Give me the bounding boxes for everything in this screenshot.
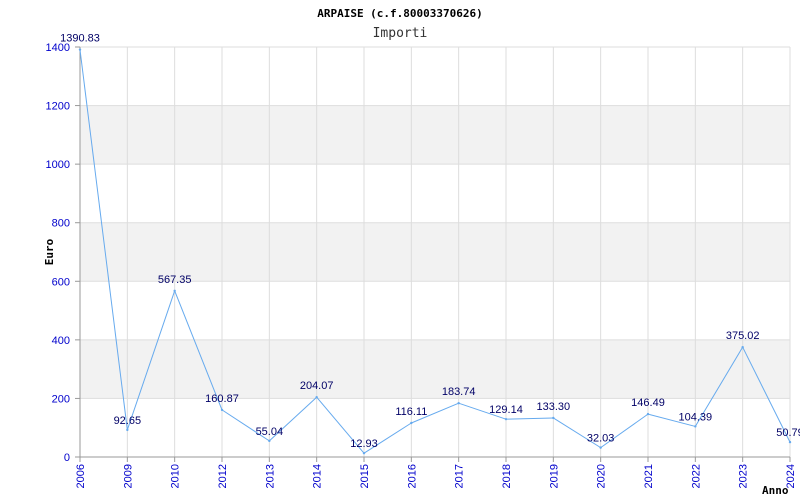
data-point <box>457 401 460 405</box>
x-tick-label: 2020 <box>596 464 608 488</box>
data-label: 50.79 <box>776 427 800 439</box>
data-point <box>788 440 792 444</box>
x-tick-label: 2013 <box>264 464 276 488</box>
data-label: 32.03 <box>587 433 615 445</box>
series-segment <box>505 417 554 420</box>
y-tick-label: 800 <box>52 218 70 230</box>
x-tick-label: 2014 <box>312 464 324 488</box>
data-label: 129.14 <box>489 404 523 416</box>
data-point <box>599 446 602 449</box>
data-point <box>410 421 413 425</box>
data-label: 12.93 <box>350 438 378 450</box>
x-tick-label: 2021 <box>643 464 655 488</box>
data-point <box>315 396 318 399</box>
data-label: 92.65 <box>114 415 142 427</box>
data-point <box>220 408 224 412</box>
plot-band <box>80 339 790 399</box>
x-tick-label: 2018 <box>501 464 513 488</box>
data-point <box>694 425 697 428</box>
plot-band <box>80 222 790 282</box>
x-tick-label: 2023 <box>738 464 750 488</box>
data-point <box>504 417 508 421</box>
data-label: 146.49 <box>631 397 665 409</box>
y-tick-label: 1000 <box>46 159 70 171</box>
data-label: 133.30 <box>537 401 571 413</box>
plot-background-bands <box>80 105 790 399</box>
x-tick-label: 2017 <box>454 464 466 488</box>
y-axis-label: Euro <box>43 238 56 265</box>
x-axis-label: Anno <box>762 484 789 497</box>
data-point <box>741 345 744 349</box>
x-tick-label: 2019 <box>548 464 560 488</box>
data-label: 55.04 <box>256 426 284 438</box>
x-tick-label: 2022 <box>690 464 702 488</box>
data-point <box>552 416 555 420</box>
y-tick-label: 400 <box>52 335 70 347</box>
x-tick-label: 2015 <box>359 464 371 488</box>
plot-band <box>80 105 790 165</box>
x-tick-label: 2012 <box>217 464 229 488</box>
data-label: 116.11 <box>395 406 427 418</box>
y-tick-label: 1200 <box>46 101 70 113</box>
data-label: 160.87 <box>205 393 239 405</box>
x-axis-ticks: 2006 2009 2010 2012 2013 2014 2015 2016 2017 2018… <box>75 457 797 488</box>
data-label: 567.35 <box>158 274 192 286</box>
data-point <box>362 452 366 455</box>
chart-title: ARPAISE (c.f.80003370626) <box>317 7 483 20</box>
data-label: 1390.83 <box>60 33 100 45</box>
x-tick-label: 2006 <box>75 464 87 488</box>
y-tick-label: 200 <box>52 393 70 405</box>
data-point <box>646 412 650 416</box>
data-point <box>268 439 271 443</box>
x-tick-label: 2010 <box>170 464 182 488</box>
data-point <box>173 289 176 293</box>
x-tick-label: 2016 <box>406 464 418 488</box>
data-label: 183.74 <box>442 386 476 398</box>
chart-subtitle: Importi <box>373 26 428 41</box>
data-label: 204.07 <box>300 380 334 392</box>
y-tick-label: 600 <box>52 276 70 288</box>
x-tick-label: 2009 <box>122 464 134 488</box>
y-tick-label: 0 <box>64 452 70 464</box>
data-label: 104.39 <box>679 411 713 423</box>
data-point <box>126 428 129 432</box>
data-point <box>78 48 82 51</box>
data-label: 375.02 <box>726 330 760 342</box>
line-chart: ARPAISE (c.f.80003370626) Importi 0 200 40… <box>43 7 800 497</box>
